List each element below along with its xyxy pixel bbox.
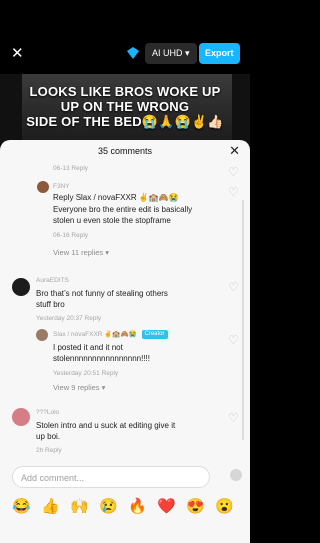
comment-text: I posted it and it not <box>53 343 123 352</box>
comments-count: 35 comments <box>97 146 153 156</box>
comment-meta: Yesterday 20:51 Reply <box>53 370 119 377</box>
video-caption: LOOKS LIKE BROS WOKE UP UP ON THE WRONG … <box>26 84 224 129</box>
heart-icon[interactable]: ♡ <box>228 185 239 199</box>
emoji-button[interactable] <box>230 469 242 481</box>
comment-text: Bro that’s not funny of stealing others <box>36 289 168 298</box>
quick-reactions: 😂 👍 🙌 😢 🔥 ❤️ 😍 😮 <box>0 497 250 521</box>
comment-reply-line: Reply Slax / novaFXXR ✌️🏫🙈😭 <box>53 193 179 203</box>
avatar[interactable] <box>37 181 49 193</box>
comment-text: stuff bro <box>36 300 65 309</box>
comment-meta: 06-16 Reply <box>53 232 89 239</box>
comment-meta: Yesterday 20:37 Reply <box>36 315 102 322</box>
avatar[interactable] <box>12 278 30 296</box>
heart-icon[interactable]: ♡ <box>228 333 239 347</box>
close-comments-button[interactable]: ✕ <box>229 143 240 159</box>
user-badges: ✌️🏫🙈😭 <box>138 193 179 202</box>
reaction-fire-icon[interactable]: 🔥 <box>128 497 147 515</box>
reaction-raise-hands-icon[interactable]: 🙌 <box>70 497 89 515</box>
comment-username[interactable]: Slax / novaFXXR ✌️🏫🙈😭 Creator <box>53 330 168 340</box>
comment-username[interactable]: F3NY <box>53 182 70 192</box>
avatar[interactable] <box>12 408 30 426</box>
reaction-thumbs-up-icon[interactable]: 👍 <box>41 497 60 515</box>
ai-uhd-selector[interactable]: AI UHD ▾ <box>145 43 197 64</box>
view-replies[interactable]: View 11 replies ▾ <box>53 248 109 258</box>
creator-username[interactable]: Slax / novaFXXR <box>53 331 103 338</box>
comment-username[interactable]: ???Lolo <box>36 408 59 418</box>
comment-meta: 06-13 Reply <box>53 165 89 172</box>
video-preview: LOOKS LIKE BROS WOKE UP UP ON THE WRONG … <box>0 74 250 144</box>
creator-badge: Creator <box>141 330 168 339</box>
user-badges: ✌️🏫🙈😭 <box>104 331 137 338</box>
heart-icon[interactable]: ♡ <box>228 165 239 179</box>
reply-prefix: Reply <box>53 193 74 202</box>
comment-text: up boi. <box>36 432 61 441</box>
reaction-love-icon[interactable]: 😍 <box>186 497 205 515</box>
export-button[interactable]: Export <box>199 43 240 64</box>
comment-input[interactable]: Add comment... <box>12 466 210 488</box>
comment-text: stolen u even stole the stopframe <box>53 216 171 225</box>
diamond-icon[interactable] <box>126 46 140 60</box>
view-replies[interactable]: View 9 replies ▾ <box>53 383 105 393</box>
avatar[interactable] <box>36 329 48 341</box>
heart-icon[interactable]: ♡ <box>228 280 239 294</box>
comment-text: Stolen intro and u suck at editing give … <box>36 421 176 430</box>
top-bar: ✕ AI UHD ▾ Export <box>0 42 250 68</box>
comments-header: 35 comments ✕ <box>0 140 250 162</box>
comment-text: stolennnnnnnnnnnnnnnn!!!! <box>53 354 150 363</box>
reaction-laugh-icon[interactable]: 😂 <box>12 497 31 515</box>
close-icon[interactable]: ✕ <box>11 44 24 62</box>
comment-composer: Add comment... <box>0 462 250 492</box>
reaction-wow-icon[interactable]: 😮 <box>215 497 234 515</box>
scrollbar[interactable] <box>242 200 244 440</box>
reaction-heart-icon[interactable]: ❤️ <box>157 497 176 515</box>
comment-username[interactable]: AuraEDITS <box>36 276 69 286</box>
reaction-sad-icon[interactable]: 😢 <box>99 497 118 515</box>
reply-target[interactable]: Slax / novaFXXR <box>76 193 137 202</box>
comment-text: Everyone bro the entire edit is basicall… <box>53 205 193 214</box>
heart-icon[interactable]: ♡ <box>228 411 239 425</box>
comment-meta: 2h Reply <box>36 447 62 454</box>
